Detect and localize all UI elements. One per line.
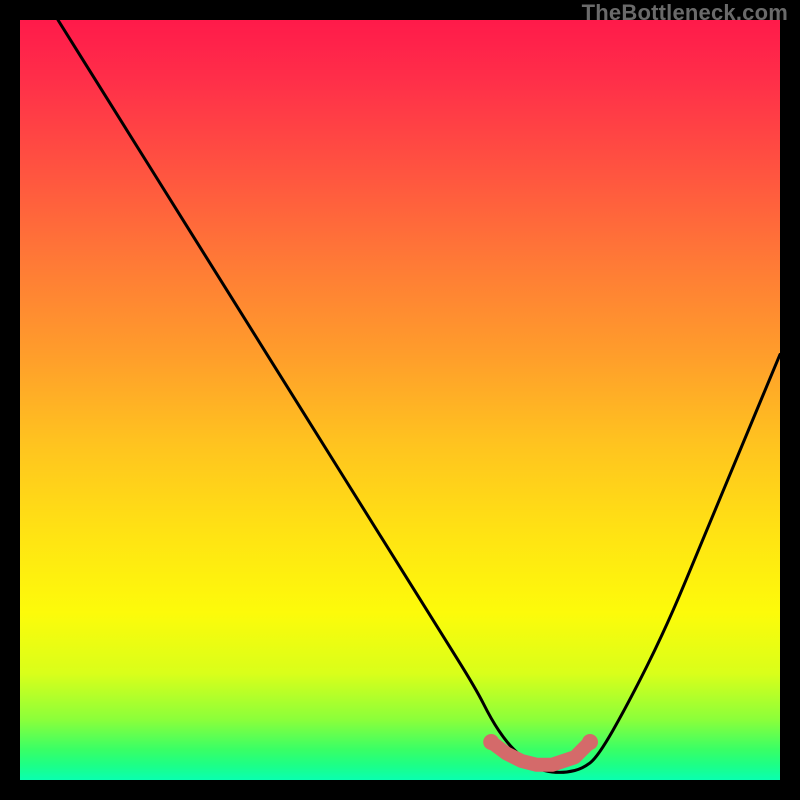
bottleneck-dot <box>483 734 499 750</box>
curve-svg <box>20 20 780 780</box>
bottleneck-curve-path <box>58 20 780 772</box>
bottleneck-dot <box>582 734 598 750</box>
chart-frame: TheBottleneck.com <box>0 0 800 800</box>
bottleneck-dots-path <box>491 742 590 765</box>
bottleneck-dots-group <box>483 734 598 765</box>
plot-area <box>20 20 780 780</box>
